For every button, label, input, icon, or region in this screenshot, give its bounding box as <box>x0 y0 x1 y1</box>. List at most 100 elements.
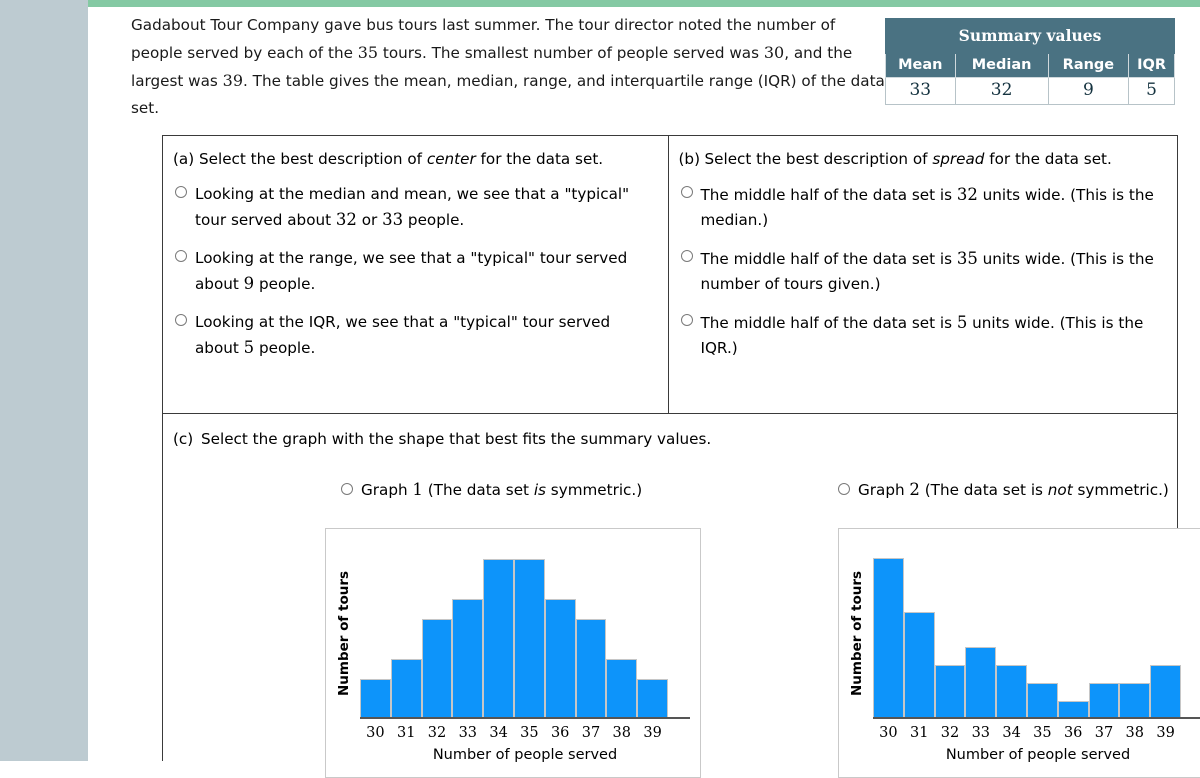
x-tick-label: 39 <box>643 725 662 741</box>
graph1-label-after: symmetric.) <box>545 481 643 499</box>
histogram-bar <box>1150 665 1181 719</box>
histogram-bar <box>637 679 668 719</box>
graph2-y-axis-label: Number of tours <box>849 570 865 696</box>
questions-panel: (a) Select the best description of center… <box>162 135 1200 778</box>
radio-option-a2[interactable]: Looking at the range, we see that a "typ… <box>173 246 654 297</box>
question-c-prompt: (c) Select the graph with the shape that … <box>173 428 1177 450</box>
x-tick-label: 35 <box>1033 725 1052 741</box>
left-sidebar-rail <box>0 0 88 761</box>
radio-circle-icon[interactable] <box>680 186 693 198</box>
graph1-x-ticks: 30 31 32 33 34 35 36 37 38 39 <box>360 725 668 741</box>
radio-option-b2-label: The middle half of the data set is 35 un… <box>700 249 1154 293</box>
graph2-label-emphasis: not <box>1047 481 1073 499</box>
x-tick-label: 31 <box>909 725 929 741</box>
summary-header-mean: Mean <box>885 53 956 78</box>
x-tick-label: 32 <box>940 725 960 741</box>
question-a-prompt-emphasis: center <box>426 150 476 168</box>
graph-choice-group: Graph 1 (The data set is symmetric.) Gra… <box>173 480 1177 526</box>
histogram-bar <box>934 665 966 719</box>
graph1-label-before: Graph 1 (The data set <box>361 480 534 499</box>
x-tick-label: 36 <box>1063 725 1083 741</box>
radio-option-b1-label: The middle half of the data set is 32 un… <box>700 185 1154 229</box>
x-tick-label: 37 <box>1094 725 1114 741</box>
radio-option-b3[interactable]: The middle half of the data set is 5 uni… <box>679 310 1164 361</box>
histogram-bar <box>544 599 576 719</box>
histogram-bar <box>452 599 484 719</box>
question-b-label: (b) <box>678 150 701 168</box>
histogram-bar <box>903 611 935 719</box>
histogram-bar <box>513 559 545 719</box>
question-c-label: (c) <box>173 430 194 448</box>
graph2-plot-area <box>873 547 1200 719</box>
radio-option-graph2[interactable]: Graph 2 (The data set is not symmetric.) <box>838 480 1169 499</box>
radio-circle-icon[interactable] <box>838 483 850 495</box>
graph2-label-after: symmetric.) <box>1072 481 1169 499</box>
radio-circle-icon[interactable] <box>175 250 187 262</box>
radio-option-a1[interactable]: Looking at the median and mean, we see t… <box>173 182 654 233</box>
summary-values-table: Summary values Mean Median Range IQR 33 … <box>885 18 1175 105</box>
histogram-bar <box>996 665 1027 719</box>
summary-header-iqr: IQR <box>1128 53 1175 78</box>
summary-header-range: Range <box>1047 53 1130 78</box>
x-tick-label: 31 <box>396 725 416 741</box>
top-accent-bar <box>88 0 1200 7</box>
radio-option-b2[interactable]: The middle half of the data set is 35 un… <box>679 246 1164 297</box>
graph2-x-axis <box>873 717 1200 719</box>
radio-option-b1[interactable]: The middle half of the data set is 32 un… <box>679 182 1164 233</box>
radio-circle-icon[interactable] <box>175 314 187 326</box>
page-root: Gadabout Tour Company gave bus tours las… <box>0 0 1200 778</box>
question-a-prompt: (a) Select the best description of center… <box>173 148 654 170</box>
question-c-prompt-text: Select the graph with the shape that bes… <box>201 430 712 448</box>
radio-option-b3-label: The middle half of the data set is 5 uni… <box>700 313 1144 357</box>
x-tick-label: 32 <box>427 725 447 741</box>
radio-circle-icon[interactable] <box>680 314 693 326</box>
histogram-bar <box>1088 683 1120 719</box>
problem-statement-text: Gadabout Tour Company gave bus tours las… <box>131 16 885 117</box>
summary-value-median: 32 <box>954 77 1049 105</box>
question-b: (b) Select the best description of spread… <box>669 136 1178 413</box>
histogram-bar <box>390 659 422 719</box>
histograms-container: Number of tours 30 31 32 33 34 35 36 37 38 39 Num… <box>173 528 1200 778</box>
question-a-label: (a) <box>173 150 195 168</box>
summary-value-mean: 33 <box>885 77 956 105</box>
radio-option-graph1[interactable]: Graph 1 (The data set is symmetric.) <box>341 480 642 499</box>
x-tick-label: 37 <box>581 725 601 741</box>
histogram-graph1[interactable]: Number of tours 30 31 32 33 34 35 36 37 38 39 Num… <box>325 528 701 778</box>
question-b-prompt-after: for the data set. <box>984 150 1112 168</box>
radio-option-a1-label: Looking at the median and mean, we see t… <box>195 185 630 229</box>
radio-circle-icon[interactable] <box>175 186 187 198</box>
summary-table-title-row: Summary values <box>885 18 1175 54</box>
questions-row-ab: (a) Select the best description of center… <box>163 136 1177 413</box>
radio-circle-icon[interactable] <box>341 483 353 495</box>
histogram-bar <box>575 619 607 719</box>
radio-circle-icon[interactable] <box>680 250 693 262</box>
x-tick-label: 38 <box>1125 725 1144 741</box>
x-tick-label: 36 <box>550 725 570 741</box>
histogram-bar <box>873 557 904 719</box>
histogram-bar <box>965 647 997 719</box>
question-a-prompt-after: for the data set. <box>475 150 604 168</box>
radio-option-a3[interactable]: Looking at the IQR, we see that a "typic… <box>173 310 654 361</box>
histogram-bar <box>483 559 514 719</box>
histogram-bar <box>1026 683 1058 719</box>
graph2-label-before: Graph 2 (The data set is <box>858 480 1048 499</box>
summary-table-title: Summary values <box>885 18 1175 54</box>
graph2-bars <box>873 549 1181 719</box>
histogram-graph2[interactable]: Number of tours 30 31 32 33 34 35 36 37 38 39 Num… <box>838 528 1200 778</box>
summary-table-header-row: Mean Median Range IQR <box>885 53 1175 78</box>
histogram-bar <box>360 679 391 719</box>
question-c: (c) Select the graph with the shape that … <box>163 414 1200 778</box>
x-tick-label: 35 <box>520 725 539 741</box>
x-tick-label: 34 <box>1002 725 1021 741</box>
x-tick-label: 33 <box>458 725 478 741</box>
graph1-plot-area <box>360 547 690 719</box>
graph1-x-axis <box>360 717 690 719</box>
x-tick-label: 30 <box>879 725 898 741</box>
summary-table-value-row: 33 32 9 5 <box>885 77 1175 105</box>
histogram-bar <box>606 659 638 719</box>
radio-option-a3-label: Looking at the IQR, we see that a "typic… <box>195 313 611 357</box>
x-tick-label: 38 <box>612 725 631 741</box>
problem-statement: Gadabout Tour Company gave bus tours las… <box>131 12 886 122</box>
graph1-label-emphasis: is <box>533 481 546 499</box>
histogram-bar <box>1119 683 1151 719</box>
